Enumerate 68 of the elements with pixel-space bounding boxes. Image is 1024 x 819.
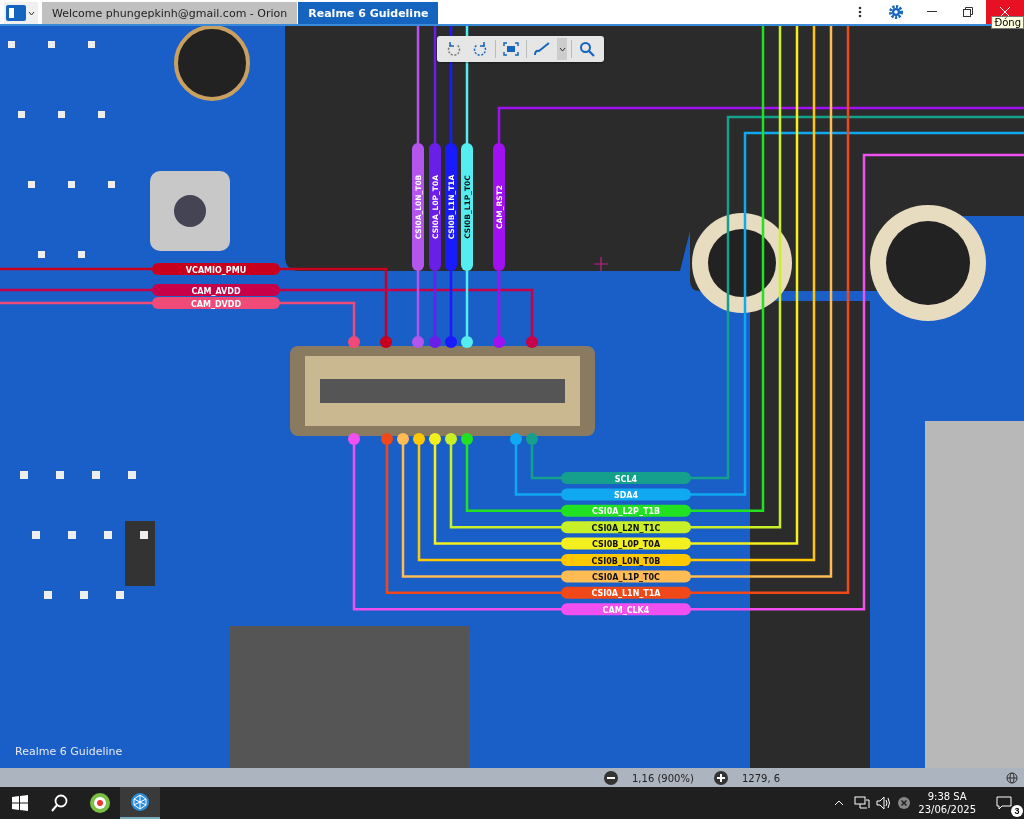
zoom-out-button[interactable] xyxy=(604,771,618,785)
clock-time: 9:38 SA xyxy=(927,790,967,803)
pin-dot xyxy=(445,433,457,445)
rotate-right-icon xyxy=(472,41,488,57)
settings-icon xyxy=(888,4,904,20)
plus-icon xyxy=(717,774,725,782)
pin-dot xyxy=(397,433,409,445)
volume-icon xyxy=(876,796,893,810)
globe-icon xyxy=(1006,772,1018,784)
net-label: CAM_DVDD xyxy=(152,297,280,309)
crosshair-icon xyxy=(593,256,609,272)
zoom-level: 1,16 (900%) xyxy=(632,772,695,784)
pin-dot xyxy=(429,336,441,348)
network-app-icon xyxy=(130,792,150,812)
cursor-coordinates: 1279, 6 xyxy=(742,772,781,784)
network-icon xyxy=(854,796,871,810)
rotate-left-icon xyxy=(446,41,462,57)
pin-dot xyxy=(445,336,457,348)
brush-icon xyxy=(533,41,551,57)
notifications-button[interactable]: 3 xyxy=(984,787,1024,819)
restore-icon xyxy=(963,7,973,17)
dropdown-button[interactable] xyxy=(557,38,567,60)
clock-date: 23/06/2025 xyxy=(918,803,976,816)
net-label: CSI0A_L1P_T0C xyxy=(561,570,691,583)
minimize-icon xyxy=(927,11,937,13)
net-label: SDA4 xyxy=(561,488,691,501)
fit-screen-icon xyxy=(503,42,519,56)
document-caption: Realme 6 Guideline xyxy=(15,745,123,758)
net-label: CAM_CLK4 xyxy=(561,603,691,616)
pin-dot xyxy=(493,336,505,348)
notification-icon xyxy=(996,796,1012,810)
more-icon xyxy=(858,6,862,18)
pin-dot xyxy=(348,336,360,348)
net-label: SCL4 xyxy=(561,472,691,484)
pin-dot xyxy=(380,336,392,348)
pin-dot xyxy=(413,433,425,445)
minus-icon xyxy=(607,777,615,779)
tab[interactable]: Realme 6 Guideline xyxy=(298,2,439,24)
tab[interactable]: Welcome phungepkinh@gmail.com - Orion xyxy=(42,2,298,24)
pin-dot xyxy=(510,433,522,445)
sidebar-icon xyxy=(6,5,26,21)
net-label: CSI0A_L2N_T1C xyxy=(561,521,691,534)
chevron-up-icon xyxy=(834,800,845,806)
pin-dot xyxy=(526,433,538,445)
pin-dot xyxy=(526,336,538,348)
tooltip: Đóng xyxy=(991,16,1024,29)
caret-icon xyxy=(558,46,566,52)
net-label: VCAMIO_PMU xyxy=(152,263,280,275)
zoom-in-button[interactable] xyxy=(714,771,728,785)
net-label: CAM_AVDD xyxy=(152,284,280,296)
caret-icon xyxy=(28,10,35,16)
pin-dot xyxy=(348,433,360,445)
net-label: CSI0B_L0N_T0B xyxy=(561,554,691,566)
pin-dot xyxy=(461,336,473,348)
target-app-icon xyxy=(89,792,111,814)
pin-dot xyxy=(412,336,424,348)
taskbar-app-button[interactable] xyxy=(120,787,160,819)
windows-icon xyxy=(12,795,28,811)
pin-dot xyxy=(381,433,393,445)
pin-dot xyxy=(461,433,473,445)
close-icon xyxy=(1000,7,1010,17)
notification-count: 3 xyxy=(1011,805,1023,817)
app-menu-button[interactable] xyxy=(4,2,38,24)
search-icon xyxy=(579,41,595,57)
pin-dot xyxy=(429,433,441,445)
search-icon xyxy=(51,794,69,812)
chip xyxy=(125,521,155,586)
disconnected-icon xyxy=(898,797,911,809)
